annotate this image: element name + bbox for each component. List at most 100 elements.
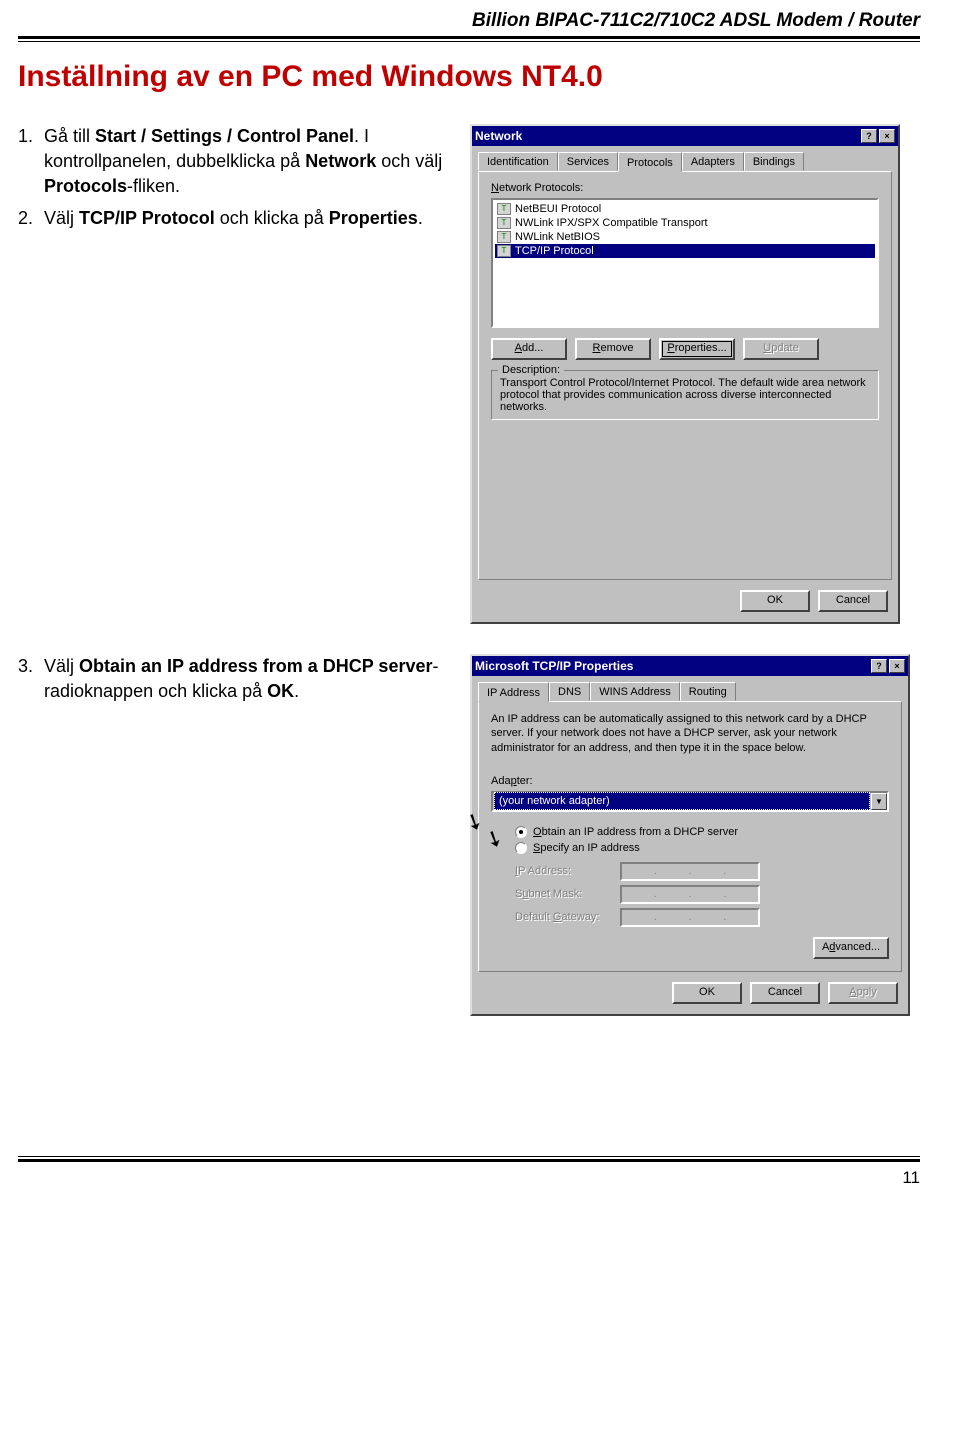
step1-number: 1. — [18, 124, 44, 200]
item-netbeui[interactable]: NetBEUI Protocol — [515, 203, 601, 215]
close-button[interactable]: × — [879, 129, 895, 143]
gateway-label: Default Gateway: — [515, 911, 620, 923]
update-button: Update — [743, 338, 819, 360]
adapter-post: ter: — [517, 775, 533, 787]
ip-address-field: ... — [620, 862, 760, 881]
rule-top-thin — [18, 41, 920, 42]
protocols-label-u: N — [491, 182, 499, 194]
subnet-mask-field: ... — [620, 885, 760, 904]
ip-info-text: An IP address can be automatically assig… — [491, 712, 889, 755]
network-bottom-buttons: OK Cancel — [472, 586, 898, 622]
step1-frag3: och välj — [376, 151, 442, 171]
tcpip-titlebar[interactable]: Microsoft TCP/IP Properties ? × — [472, 656, 908, 676]
list-item: T NetBEUI Protocol — [495, 202, 875, 216]
properties-button[interactable]: Properties... — [659, 338, 735, 360]
advanced-button[interactable]: Advanced... — [813, 937, 889, 959]
tab-routing[interactable]: Routing — [680, 682, 736, 701]
tab-adapters[interactable]: Adapters — [682, 152, 744, 171]
chevron-down-icon[interactable]: ▼ — [871, 793, 887, 810]
page-number: 11 — [18, 1168, 920, 1188]
rule-bottom-thick — [18, 1159, 920, 1162]
step1-frag4: -fliken. — [127, 176, 180, 196]
description-legend: Description: — [498, 364, 564, 376]
item-nwlink-netbios[interactable]: NWLink NetBIOS — [515, 231, 600, 243]
tab-wins[interactable]: WINS Address — [590, 682, 680, 701]
protocols-panel: Network Protocols: T NetBEUI Protocol T NW… — [478, 171, 892, 580]
step1-text: Gå till Start / Settings / Control Panel… — [44, 124, 448, 200]
tab-identification[interactable]: Identification — [478, 152, 558, 171]
protocols-label-rest: etwork Protocols: — [499, 182, 583, 194]
tcpip-dialog: Microsoft TCP/IP Properties ? × IP Addre… — [470, 654, 910, 1016]
step2-bold1: TCP/IP Protocol — [79, 208, 215, 228]
ip-fields-group: IP Address: ... Subnet Mask: ... Default… — [515, 862, 889, 927]
close-button[interactable]: × — [889, 659, 905, 673]
description-group: Description: Transport Control Protocol/… — [491, 370, 879, 420]
rule-top-thick — [18, 36, 920, 39]
tab-dns[interactable]: DNS — [549, 682, 590, 701]
page-header: Billion BIPAC-711C2/710C2 ADSL Modem / R… — [18, 0, 920, 32]
remove-button[interactable]: Remove — [575, 338, 651, 360]
help-button[interactable]: ? — [861, 129, 877, 143]
step1-bold1: Start / Settings / Control Panel — [95, 126, 354, 146]
step1-bold3: Protocols — [44, 176, 127, 196]
help-button[interactable]: ? — [871, 659, 887, 673]
cancel-button[interactable]: Cancel — [818, 590, 888, 612]
adapter-label: Adapter: — [491, 775, 889, 787]
tab-protocols[interactable]: Protocols — [618, 152, 682, 172]
tab-ipaddress[interactable]: IP Address — [478, 682, 549, 702]
network-titlebar[interactable]: Network ? × — [472, 126, 898, 146]
rule-bottom-thin — [18, 1156, 920, 1157]
network-title: Network — [475, 129, 859, 143]
tcpip-bottom-buttons: OK Cancel Apply — [472, 978, 908, 1014]
tcpip-tabs: IP Address DNS WINS Address Routing — [472, 676, 908, 701]
ip-address-label: IP Address: — [515, 865, 620, 877]
step3-bold1: Obtain an IP address from a DHCP server — [79, 656, 432, 676]
radio-specify[interactable]: Specify an IP address — [515, 842, 889, 854]
step3-frag3: . — [294, 681, 299, 701]
ok-button[interactable]: OK — [672, 982, 742, 1004]
page-title: Inställning av en PC med Windows NT4.0 — [18, 60, 920, 94]
protocols-list-label: Network Protocols: — [491, 182, 879, 194]
network-tabs: Identification Services Protocols Adapte… — [472, 146, 898, 171]
gateway-field: ... — [620, 908, 760, 927]
tab-services[interactable]: Services — [558, 152, 618, 171]
radio-dhcp[interactable]: Obtain an IP address from a DHCP server — [515, 826, 889, 838]
protocols-listbox[interactable]: T NetBEUI Protocol T NWLink IPX/SPX Compat… — [491, 198, 879, 328]
step3-number: 3. — [18, 654, 44, 704]
list-item: T TCP/IP Protocol — [495, 244, 875, 258]
step2-number: 2. — [18, 206, 44, 231]
adapter-pre: Ada — [491, 775, 511, 787]
step3-frag: Välj — [44, 656, 79, 676]
item-nwlink-ipx[interactable]: NWLink IPX/SPX Compatible Transport — [515, 217, 708, 229]
step1-frag: Gå till — [44, 126, 95, 146]
network-dialog: Network ? × Identification Services Prot… — [470, 124, 900, 624]
cancel-button[interactable]: Cancel — [750, 982, 820, 1004]
protocol-icon: T — [497, 231, 511, 243]
step3-bold2: OK — [267, 681, 294, 701]
annotation-arrow-icon: ➘ — [480, 823, 508, 854]
protocol-icon: T — [497, 217, 511, 229]
list-item: T NWLink NetBIOS — [495, 230, 875, 244]
adapter-combo[interactable]: (your network adapter) ▼ ➘ — [491, 791, 889, 812]
radio-marker-icon — [515, 842, 527, 854]
tab-bindings[interactable]: Bindings — [744, 152, 804, 171]
item-tcpip[interactable]: TCP/IP Protocol — [515, 245, 594, 257]
step2-bold2: Properties — [329, 208, 418, 228]
add-button[interactable]: AAdd...dd... — [491, 338, 567, 360]
apply-button: Apply — [828, 982, 898, 1004]
step2-frag2: och klicka på — [215, 208, 329, 228]
protocol-icon: T — [497, 245, 511, 257]
step3-text: Välj Obtain an IP address from a DHCP se… — [44, 654, 448, 704]
list-item: T NWLink IPX/SPX Compatible Transport — [495, 216, 875, 230]
step2-frag: Välj — [44, 208, 79, 228]
ok-button[interactable]: OK — [740, 590, 810, 612]
adapter-value: (your network adapter) — [494, 792, 870, 810]
radio-specify-label: Specify an IP address — [533, 842, 640, 854]
protocol-icon: T — [497, 203, 511, 215]
radio-marker-icon — [515, 826, 527, 838]
step2-frag3: . — [418, 208, 423, 228]
protocol-buttons: AAdd...dd... Remove Properties... Update — [491, 338, 879, 360]
step1-bold2: Network — [305, 151, 376, 171]
step2-text: Välj TCP/IP Protocol och klicka på Prope… — [44, 206, 448, 231]
tcpip-title: Microsoft TCP/IP Properties — [475, 659, 869, 673]
